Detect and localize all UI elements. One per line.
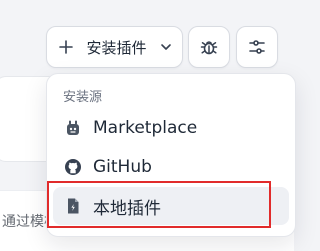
menu-item-label: 本地插件 — [93, 198, 161, 219]
settings-button[interactable] — [236, 26, 278, 68]
plus-icon — [59, 40, 73, 54]
menu-item-local-plugin[interactable]: 本地插件 — [53, 187, 289, 225]
menu-heading: 安装源 — [63, 90, 103, 105]
menu-item-label: Marketplace — [93, 118, 198, 138]
sliders-icon — [247, 37, 267, 57]
install-plugin-button[interactable]: 安装插件 — [46, 26, 183, 68]
install-plugin-label: 安装插件 — [86, 38, 147, 57]
menu-item-label: GitHub — [93, 157, 152, 177]
github-icon — [63, 157, 83, 177]
marketplace-icon — [63, 118, 83, 138]
bug-icon — [199, 37, 219, 57]
install-source-menu: 安装源 Marketplace GitHub 本地插件 — [46, 73, 296, 237]
chevron-down-icon — [160, 41, 172, 53]
menu-item-marketplace[interactable]: Marketplace — [53, 109, 289, 147]
debug-button[interactable] — [188, 26, 230, 68]
menu-item-github[interactable]: GitHub — [53, 148, 289, 186]
local-file-icon — [63, 196, 83, 216]
